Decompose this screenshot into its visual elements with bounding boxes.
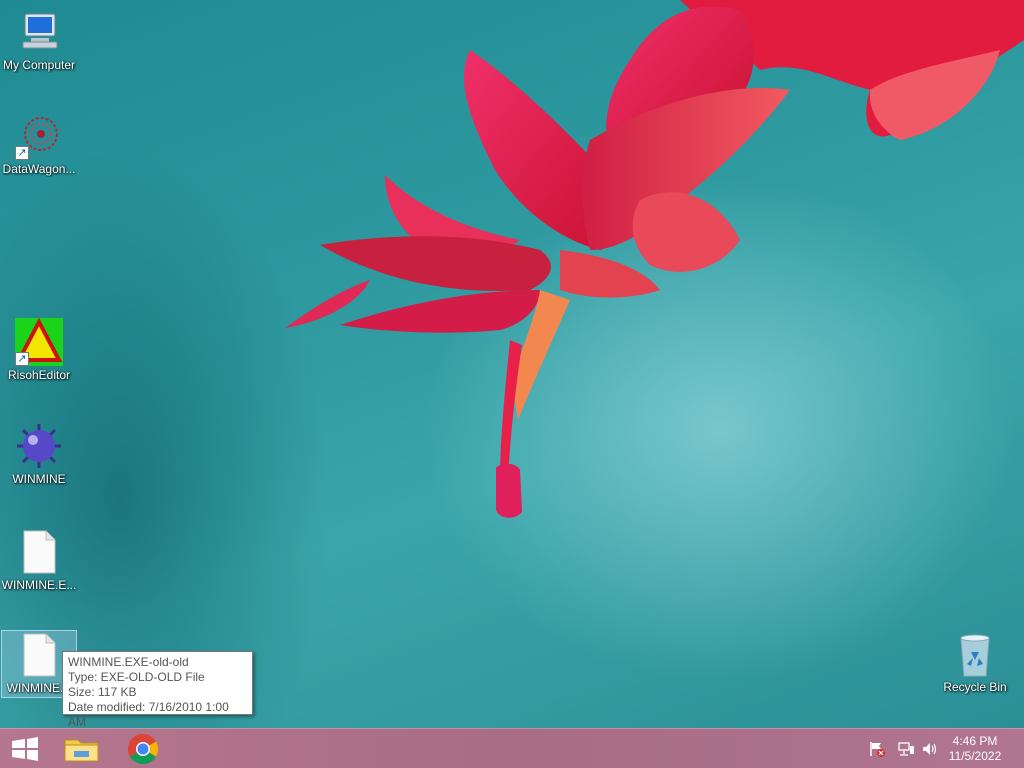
- tooltip-filename: WINMINE.EXE-old-old: [68, 655, 189, 669]
- desktop-icon-datawagon[interactable]: ↗ DataWagon...: [1, 112, 77, 177]
- desktop-icon-winmine-exe-old[interactable]: WINMINE.E...: [1, 528, 77, 593]
- icon-label: RisohEditor: [7, 368, 71, 382]
- clock[interactable]: 4:46 PM 11/5/2022: [940, 734, 1010, 764]
- tooltip-size: Size: 117 KB: [68, 685, 137, 699]
- start-button[interactable]: [0, 729, 56, 768]
- file-explorer-button[interactable]: [54, 729, 110, 768]
- tooltip-type: Type: EXE-OLD-OLD File: [68, 670, 205, 684]
- chrome-icon: [127, 734, 159, 765]
- tooltip-date-modified: Date modified: 7/16/2010 1:00 AM: [68, 700, 229, 728]
- desktop-icon-winmine[interactable]: WINMINE: [1, 422, 77, 487]
- blank-file-icon: [15, 631, 63, 679]
- desktop[interactable]: My Computer ↗ DataWagon... ↗ RisohEditor: [0, 0, 1024, 728]
- risoheditor-icon: ↗: [15, 317, 63, 366]
- mine-icon: [15, 422, 63, 470]
- recycle-bin-icon: [951, 630, 999, 678]
- file-info-tooltip: WINMINE.EXE-old-old Type: EXE-OLD-OLD Fi…: [62, 651, 253, 728]
- clock-time: 4:46 PM: [952, 734, 998, 748]
- icon-label: WINMINE.E...: [1, 578, 77, 592]
- start-icon: [12, 737, 38, 761]
- desktop-icon-my-computer[interactable]: My Computer: [1, 8, 77, 73]
- network-icon[interactable]: [897, 741, 915, 757]
- volume-icon[interactable]: [921, 741, 939, 757]
- icon-label: WINMINE: [12, 472, 66, 486]
- wallpaper-flower-image: [285, 0, 1024, 518]
- shortcut-arrow-icon: ↗: [15, 352, 29, 366]
- icon-label: My Computer: [2, 58, 76, 72]
- file-explorer-icon: [64, 739, 99, 762]
- action-center-flag-icon[interactable]: [868, 741, 886, 757]
- desktop-icon-recycle-bin[interactable]: Recycle Bin: [937, 630, 1013, 695]
- chrome-button[interactable]: [115, 729, 171, 768]
- blank-file-icon: [15, 528, 63, 576]
- clock-date: 11/5/2022: [948, 749, 1002, 763]
- desktop-icon-risoheditor[interactable]: ↗ RisohEditor: [1, 317, 77, 383]
- icon-label: DataWagon...: [2, 162, 76, 176]
- icon-label: Recycle Bin: [943, 680, 1007, 694]
- shortcut-arrow-icon: ↗: [15, 146, 29, 160]
- computer-icon: [15, 8, 63, 56]
- datawagon-icon: ↗: [15, 112, 63, 160]
- taskbar: 4:46 PM 11/5/2022: [0, 728, 1024, 768]
